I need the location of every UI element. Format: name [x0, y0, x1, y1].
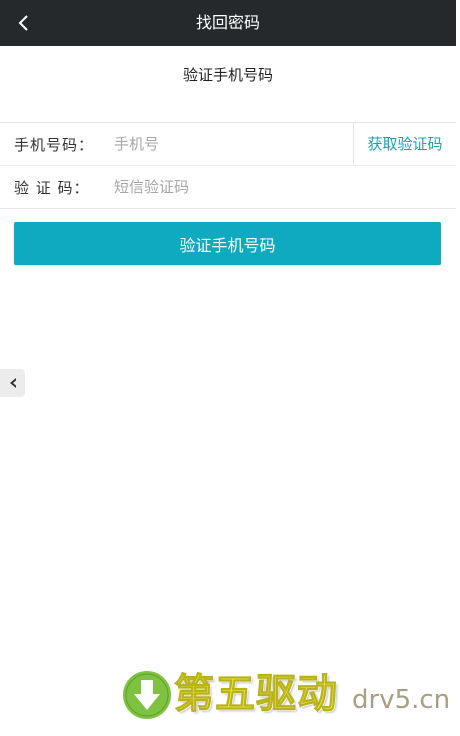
top-bar: 找回密码 [0, 0, 460, 46]
verify-phone-button[interactable]: 验证手机号码 [14, 222, 441, 265]
sms-code-input[interactable] [100, 172, 456, 202]
watermark: 第五驱动 drv5.cn [118, 664, 451, 726]
download-arrow-icon [121, 669, 173, 721]
watermark-text-cn: 第五驱动 [174, 671, 338, 718]
watermark-text-en: drv5.cn [352, 685, 451, 715]
phone-label: 手机号码： [14, 135, 95, 154]
code-label: 验 证 码： [14, 178, 90, 197]
find-password-page: 找回密码 验证手机号码 手机号码： 获取验证码 验 证 码： 验证手机号码 第五… [0, 0, 460, 736]
side-drawer-tab[interactable] [0, 369, 25, 397]
code-row: 验 证 码： [0, 165, 456, 208]
section-heading: 验证手机号码 [182, 66, 273, 84]
get-code-button[interactable]: 获取验证码 [353, 123, 456, 165]
page-title: 找回密码 [195, 13, 260, 32]
verify-phone-form: 手机号码： 获取验证码 验 证 码： [0, 122, 456, 209]
phone-row: 手机号码： 获取验证码 [0, 123, 456, 165]
right-edge [456, 0, 460, 736]
caret-left-icon [9, 378, 16, 388]
